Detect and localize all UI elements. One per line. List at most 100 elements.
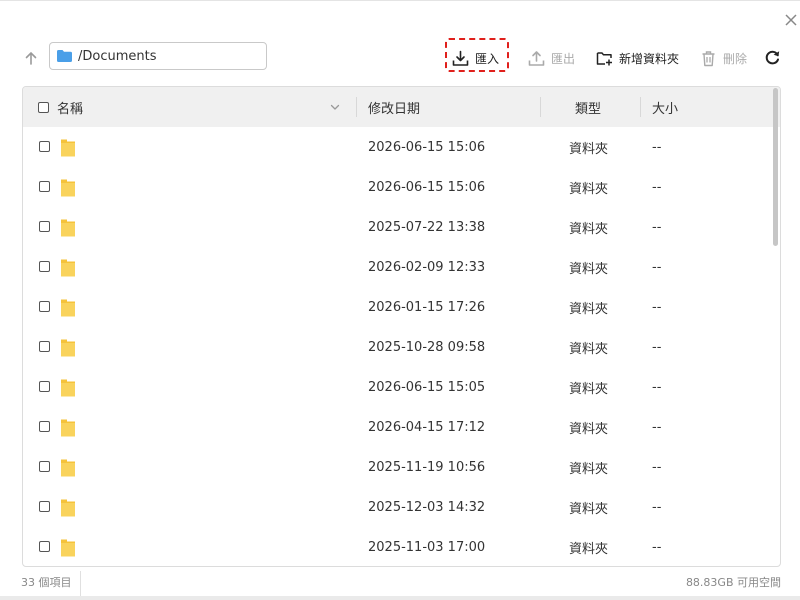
- table-row[interactable]: 2026-02-09 12:33 資料夾 --: [23, 247, 780, 287]
- folder-icon: [61, 379, 75, 397]
- row-checkbox[interactable]: [39, 181, 50, 192]
- table-row[interactable]: 2026-04-15 17:12 資料夾 --: [23, 407, 780, 447]
- row-modified: 2026-06-15 15:06: [368, 179, 486, 195]
- row-type: 資料夾: [569, 461, 609, 477]
- path-field[interactable]: [49, 42, 267, 70]
- row-checkbox[interactable]: [39, 501, 50, 512]
- folder-icon: [61, 339, 75, 357]
- trash-icon: [702, 50, 715, 66]
- header-name[interactable]: 名稱: [57, 87, 83, 127]
- delete-label: 刪除: [723, 51, 748, 66]
- row-size: --: [652, 379, 662, 395]
- table-row[interactable]: 2025-12-03 14:32 資料夾 --: [23, 487, 780, 527]
- row-size: --: [652, 259, 662, 275]
- free-space: 88.83GB 可用空間: [685, 576, 781, 589]
- import-button[interactable]: 匯入: [452, 48, 499, 68]
- header-type[interactable]: 類型: [575, 87, 601, 127]
- table-row[interactable]: 2026-01-15 17:26 資料夾 --: [23, 287, 780, 327]
- row-size: --: [652, 219, 662, 235]
- row-type: 資料夾: [569, 301, 609, 317]
- row-size: --: [652, 539, 662, 555]
- folder-icon: [61, 539, 75, 557]
- import-icon: [452, 50, 469, 66]
- row-size: --: [652, 499, 662, 515]
- row-checkbox[interactable]: [39, 221, 50, 232]
- chevron-down-icon[interactable]: [329, 101, 341, 113]
- item-count: 33 個項目: [21, 576, 72, 589]
- table-row[interactable]: 2025-10-28 09:58 資料夾 --: [23, 327, 780, 367]
- row-modified: 2026-06-15 15:06: [368, 139, 486, 155]
- header-name-label: 名稱: [57, 101, 84, 117]
- window-top-border: [0, 0, 800, 1]
- path-input[interactable]: [78, 48, 258, 64]
- row-checkbox[interactable]: [39, 341, 50, 352]
- row-size: --: [652, 419, 662, 435]
- table-row[interactable]: 2025-11-03 17:00 資料夾 --: [23, 527, 780, 566]
- row-size: --: [652, 299, 662, 315]
- select-all-checkbox[interactable]: [38, 101, 49, 113]
- table-row[interactable]: 2026-06-15 15:05 資料夾 --: [23, 367, 780, 407]
- row-type: 資料夾: [569, 141, 609, 157]
- export-button[interactable]: 匯出: [528, 48, 575, 68]
- row-size: --: [652, 459, 662, 475]
- row-modified: 2025-11-03 17:00: [368, 539, 486, 555]
- column-divider[interactable]: [356, 97, 357, 117]
- new-folder-label: 新增資料夾: [619, 51, 680, 66]
- row-size: --: [652, 339, 662, 355]
- row-modified: 2026-01-15 17:26: [368, 299, 486, 315]
- row-modified: 2025-12-03 14:32: [368, 499, 486, 515]
- arrow-up-icon[interactable]: [23, 50, 39, 66]
- export-icon: [528, 50, 545, 66]
- delete-button[interactable]: 刪除: [700, 48, 747, 68]
- folder-icon: [61, 299, 75, 317]
- column-divider[interactable]: [540, 97, 541, 117]
- status-bar: 33 個項目 88.83GB 可用空間: [0, 571, 800, 599]
- close-icon[interactable]: [782, 11, 800, 29]
- folder-icon: [61, 419, 75, 437]
- row-checkbox[interactable]: [39, 261, 50, 272]
- folder-icon: [61, 139, 75, 157]
- scrollbar-thumb[interactable]: [773, 88, 778, 246]
- folder-icon: [61, 219, 75, 237]
- folder-icon: [61, 179, 75, 197]
- table-row[interactable]: 2026-06-15 15:06 資料夾 --: [23, 127, 780, 167]
- row-modified: 2025-10-28 09:58: [368, 339, 486, 355]
- row-modified: 2025-11-19 10:56: [368, 459, 486, 475]
- row-modified: 2025-07-22 13:38: [368, 219, 486, 235]
- row-checkbox[interactable]: [39, 461, 50, 472]
- column-divider[interactable]: [640, 97, 641, 117]
- new-folder-button[interactable]: 新增資料夾: [596, 48, 679, 68]
- header-size[interactable]: 大小: [652, 87, 678, 127]
- row-type: 資料夾: [569, 221, 609, 237]
- row-type: 資料夾: [569, 501, 609, 517]
- folder-icon: [61, 459, 75, 477]
- header-modified[interactable]: 修改日期: [368, 87, 420, 127]
- table-row[interactable]: 2025-07-22 13:38 資料夾 --: [23, 207, 780, 247]
- row-type: 資料夾: [569, 421, 609, 437]
- row-type: 資料夾: [569, 261, 609, 277]
- row-checkbox[interactable]: [39, 301, 50, 312]
- header-size-label: 大小: [652, 101, 679, 117]
- header-modified-label: 修改日期: [368, 101, 421, 117]
- table-row[interactable]: 2025-11-19 10:56 資料夾 --: [23, 447, 780, 487]
- table-body: 2026-06-15 15:06 資料夾 -- 2026-06-15 15:06 資料夾…: [23, 127, 780, 566]
- footer-divider: [80, 571, 81, 599]
- table-row[interactable]: 2026-06-15 15:06 資料夾 --: [23, 167, 780, 207]
- import-label: 匯入: [475, 51, 500, 66]
- folder-icon: [57, 50, 72, 62]
- row-modified: 2026-02-09 12:33: [368, 259, 486, 275]
- row-checkbox[interactable]: [39, 141, 50, 152]
- row-size: --: [652, 179, 662, 195]
- row-checkbox[interactable]: [39, 541, 50, 552]
- row-checkbox[interactable]: [39, 421, 50, 432]
- row-type: 資料夾: [569, 381, 609, 397]
- export-label: 匯出: [551, 51, 576, 66]
- new-folder-icon: [596, 51, 612, 65]
- window-bottom-border: [0, 596, 800, 600]
- row-type: 資料夾: [569, 341, 609, 357]
- refresh-icon[interactable]: [764, 49, 781, 66]
- row-checkbox[interactable]: [39, 381, 50, 392]
- table-header: 名稱 修改日期 類型 大小: [23, 87, 780, 127]
- row-modified: 2026-04-15 17:12: [368, 419, 486, 435]
- folder-icon: [61, 499, 75, 517]
